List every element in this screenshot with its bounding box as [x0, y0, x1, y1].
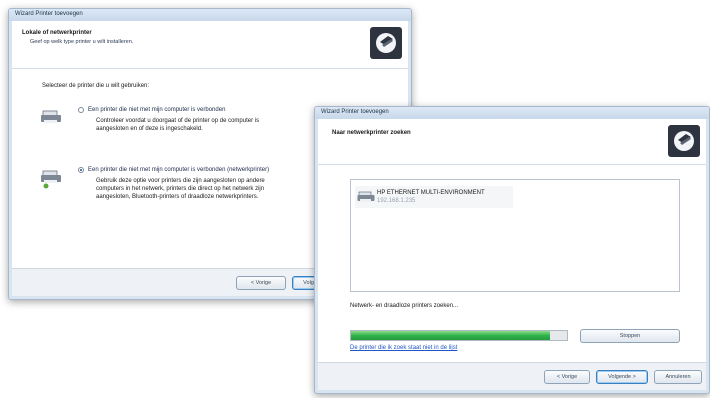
- back-window-titlebar: Wizard Printer toevoegen: [9, 9, 411, 21]
- stop-button[interactable]: Stoppen: [580, 329, 680, 343]
- front-window-titlebar: Wizard Printer toevoegen: [315, 107, 709, 119]
- back-header-subtitle: Geef op welk type printer u wilt install…: [30, 39, 134, 45]
- option-network-printer-desc-2: computers in het netwerk, printers die d…: [96, 186, 265, 192]
- option-local-printer-desc-1: Controleer voordat u doorgaat of de prin…: [96, 118, 260, 124]
- network-printer-icon: [41, 170, 61, 189]
- option-local-printer-label[interactable]: Een printer die niet met mijn computer i…: [88, 107, 225, 113]
- search-status-text: Netwerk- en draadloze printers zoeken...: [350, 303, 459, 309]
- front-wizard-window: Wizard Printer toevoegen Naar netwerkpri…: [314, 106, 710, 394]
- front-window-header: Naar netwerkprinter zoeken: [318, 119, 706, 165]
- option-network-printer-radio[interactable]: [78, 167, 84, 173]
- cancel-button[interactable]: Annuleren: [654, 370, 702, 384]
- option-network-printer-label[interactable]: Een printer die niet met mijn computer i…: [88, 167, 269, 173]
- printer-results-list[interactable]: HP ETHERNET MULTI-ENVIRONMENT 192.168.1.…: [350, 179, 680, 292]
- front-window-back-button[interactable]: < Vorige: [544, 370, 590, 384]
- back-window-back-button[interactable]: < Vorige: [236, 276, 286, 290]
- printer-name: HP ETHERNET MULTI-ENVIRONMENT: [377, 190, 485, 196]
- local-printer-icon: [41, 110, 61, 123]
- printer-not-listed-link[interactable]: De printer die ik zoek staat niet in de …: [350, 345, 457, 351]
- option-network-printer-desc-3: aangesloten, Bluetooth-printers of draad…: [96, 194, 259, 200]
- printer-list-item[interactable]: HP ETHERNET MULTI-ENVIRONMENT 192.168.1.…: [355, 186, 513, 208]
- front-window-next-button[interactable]: Volgende >: [596, 370, 648, 384]
- search-progress-bar: [350, 330, 568, 341]
- option-local-printer-radio[interactable]: [78, 107, 84, 113]
- back-header-title: Lokale of netwerkprinter: [22, 30, 92, 36]
- option-local-printer-desc-2: aangesloten en of deze is ingeschakeld.: [96, 126, 203, 132]
- front-window-footer: < Vorige Volgende > Annuleren: [318, 362, 706, 390]
- back-window-header: Lokale of netwerkprinter Geef op welk ty…: [12, 21, 408, 69]
- search-progress-fill: [351, 331, 550, 340]
- printer-address: 192.168.1.235: [377, 198, 416, 204]
- printer-choice-prompt: Selecteer de printer die u wilt gebruike…: [42, 83, 150, 89]
- option-network-printer-desc-1: Gebruik deze optie voor printers die zij…: [96, 178, 265, 184]
- printer-wizard-icon: [370, 27, 402, 59]
- front-header-title: Naar netwerkprinter zoeken: [332, 130, 411, 136]
- printer-wizard-icon: [668, 125, 700, 157]
- printer-icon: [357, 191, 375, 202]
- front-window-content: Naar netwerkprinter zoeken HP ETHERNET M…: [318, 119, 706, 390]
